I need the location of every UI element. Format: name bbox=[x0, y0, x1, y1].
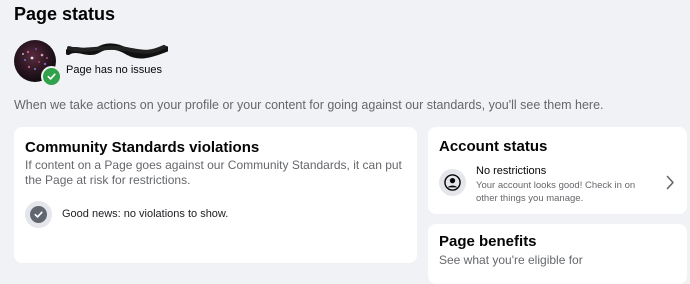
page-benefits-title: Page benefits bbox=[439, 233, 537, 250]
standards-notice: When we take actions on your profile or … bbox=[14, 98, 604, 112]
account-status-row[interactable]: No restrictions Your account looks good!… bbox=[439, 163, 679, 205]
chevron-right-icon[interactable] bbox=[666, 175, 675, 190]
page-status-text: Page has no issues bbox=[66, 64, 163, 76]
check-badge-icon bbox=[41, 66, 62, 87]
check-circle-icon bbox=[25, 201, 52, 228]
profile-row: Page has no issues bbox=[14, 40, 314, 87]
account-status-card: Account status No restrictions Your acco… bbox=[428, 127, 687, 214]
no-restrictions-label: No restrictions bbox=[476, 165, 547, 177]
violations-description: If content on a Page goes against our Co… bbox=[25, 158, 402, 187]
account-status-detail: Your account looks good! Check in on oth… bbox=[476, 180, 636, 204]
violations-title: Community Standards violations bbox=[25, 139, 260, 156]
community-standards-card: Community Standards violations If conten… bbox=[14, 127, 417, 263]
redacted-name bbox=[66, 43, 168, 59]
user-circle-icon bbox=[439, 169, 466, 196]
page-benefits-card: Page benefits See what you're eligible f… bbox=[428, 224, 687, 284]
no-violations-row: Good news: no violations to show. bbox=[25, 201, 325, 229]
page-title: Page status bbox=[14, 4, 116, 24]
page-benefits-description: See what you're eligible for bbox=[439, 253, 583, 267]
no-violations-text: Good news: no violations to show. bbox=[62, 208, 229, 220]
account-status-title: Account status bbox=[439, 138, 548, 155]
